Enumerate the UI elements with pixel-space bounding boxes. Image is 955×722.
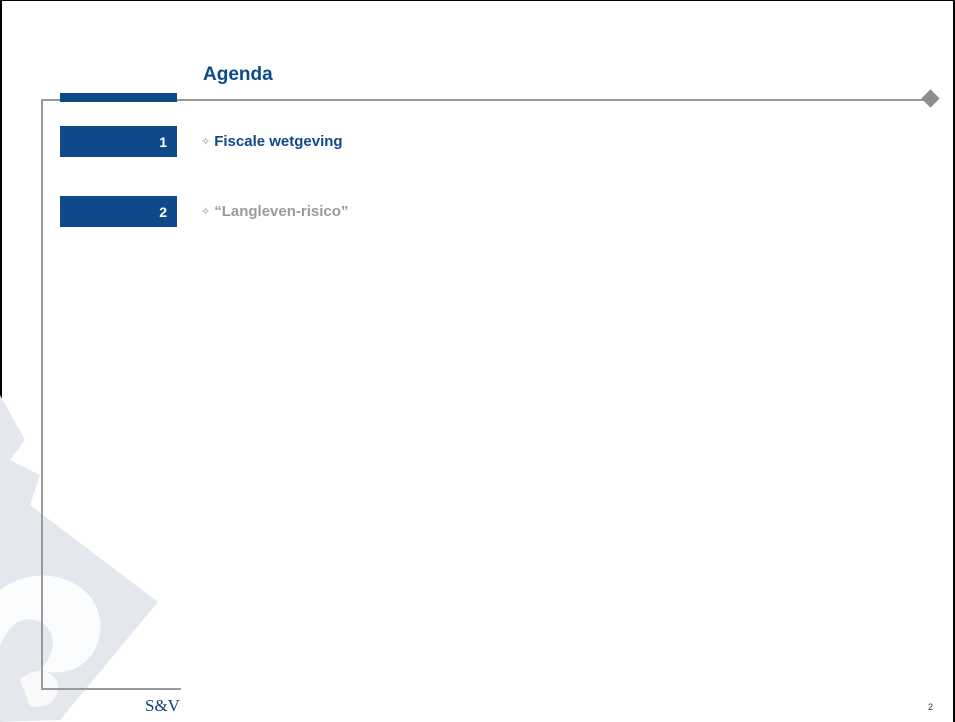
agenda-item: ✧ Fiscale wetgeving [201,126,343,157]
frame-line-left [41,99,43,689]
agenda-item-label: “Langleven-risico” [214,203,349,220]
page-number: 2 [928,702,934,712]
frame-line-bottom [41,688,181,690]
diamond-bullet-icon: ✧ [201,136,211,148]
page-title: Agenda [203,64,273,85]
company-logo: S&V [145,696,180,715]
title-accent-bar [60,93,177,102]
agenda-number: 2 [159,203,167,220]
agenda-item-label: Fiscale wetgeving [214,133,343,150]
agenda-number: 1 [159,133,167,150]
watermark-logo-icon [0,395,158,722]
agenda-item: ✧ “Langleven-risico” [201,196,348,227]
slide-border-top [0,0,955,1]
diamond-marker-icon [921,89,940,108]
agenda-number-box: 1 [60,126,177,157]
diamond-bullet-icon: ✧ [201,206,211,218]
agenda-number-box: 2 [60,196,177,227]
slide: Agenda 1 ✧ Fiscale wetgeving 2 ✧ “Langle… [0,0,955,722]
